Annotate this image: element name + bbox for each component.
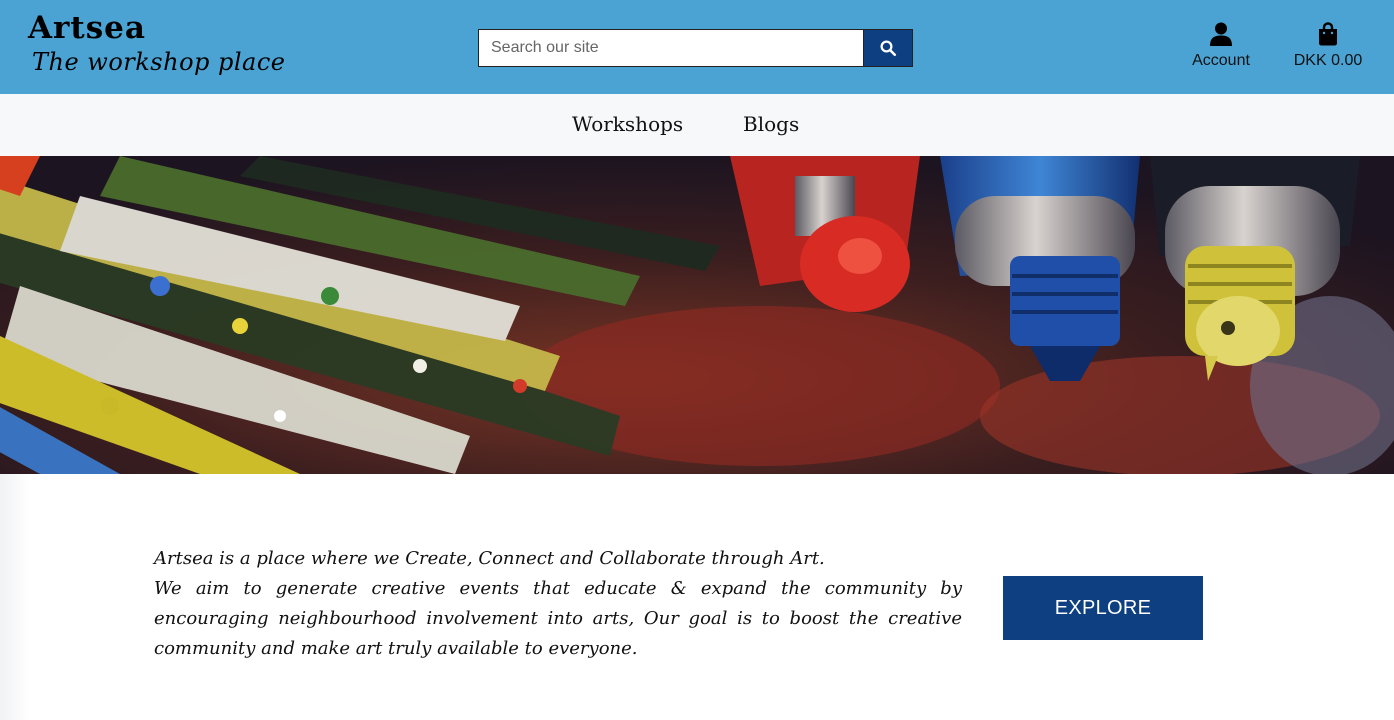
main-nav: Workshops Blogs — [0, 94, 1394, 156]
cart-total: DKK 0.00 — [1293, 52, 1363, 69]
nav-workshops[interactable]: Workshops — [572, 112, 683, 136]
user-icon — [1210, 22, 1232, 46]
account-label: Account — [1192, 52, 1250, 69]
search-form — [478, 29, 913, 67]
intro-text: Artsea is a place where we Create, Conne… — [154, 544, 962, 664]
intro-paragraph: We aim to generate creative events that … — [154, 578, 962, 659]
page-edge-shade — [0, 474, 30, 720]
nav-blogs[interactable]: Blogs — [743, 112, 799, 136]
brand-tagline: The workshop place — [32, 48, 286, 76]
search-input[interactable] — [478, 29, 864, 67]
shopping-bag-icon — [1319, 22, 1337, 46]
brand-name: Artsea — [28, 10, 146, 46]
intro-headline: Artsea is a place where we Create, Conne… — [154, 548, 825, 569]
explore-button[interactable]: EXPLORE — [1003, 576, 1203, 640]
hero-banner — [0, 156, 1394, 474]
account-link[interactable]: Account — [1188, 22, 1254, 70]
search-icon — [880, 40, 897, 57]
cart-link[interactable]: DKK 0.00 — [1290, 22, 1366, 70]
site-header: Artsea The workshop place Account DKK 0.… — [0, 0, 1394, 94]
paintbrushes-and-paint-tubes-image — [0, 156, 1394, 474]
brand-logo[interactable]: Artsea The workshop place — [28, 10, 286, 78]
search-button[interactable] — [864, 29, 913, 67]
